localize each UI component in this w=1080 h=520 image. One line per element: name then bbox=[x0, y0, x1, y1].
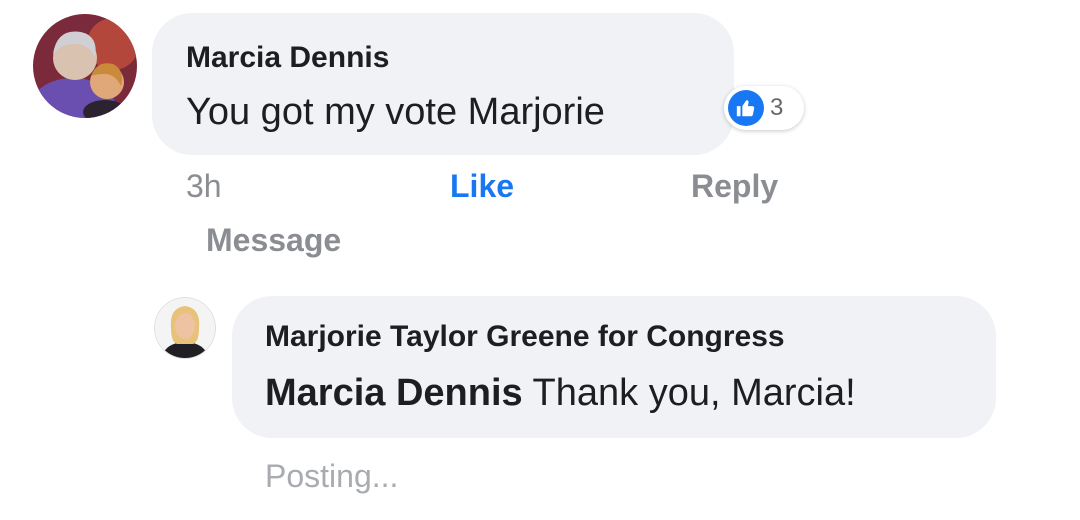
reaction-count: 3 bbox=[770, 94, 784, 121]
reply-text: Thank you, Marcia! bbox=[532, 372, 856, 414]
thumbs-up-icon bbox=[728, 90, 764, 126]
reply-button[interactable]: Reply bbox=[691, 168, 778, 205]
reply-text-line: Marcia Dennis Thank you, Marcia! bbox=[265, 372, 856, 415]
reply-mention-tag[interactable]: Marcia Dennis bbox=[265, 372, 523, 414]
comment-timestamp[interactable]: 3h bbox=[186, 168, 222, 205]
like-button[interactable]: Like bbox=[450, 168, 514, 205]
comment-author-name[interactable]: Marcia Dennis bbox=[186, 41, 389, 75]
commenter-avatar[interactable] bbox=[33, 14, 137, 118]
message-button[interactable]: Message bbox=[206, 222, 341, 259]
reply-author-name[interactable]: Marjorie Taylor Greene for Congress bbox=[265, 320, 785, 354]
posting-status: Posting... bbox=[265, 458, 399, 494]
reply-bubble: Marjorie Taylor Greene for Congress Marc… bbox=[232, 296, 996, 438]
comment-text: You got my vote Marjorie bbox=[186, 91, 605, 133]
page-avatar[interactable] bbox=[155, 298, 215, 358]
reaction-summary[interactable]: 3 bbox=[724, 86, 804, 130]
comment-bubble: Marcia Dennis You got my vote Marjorie bbox=[152, 13, 734, 155]
